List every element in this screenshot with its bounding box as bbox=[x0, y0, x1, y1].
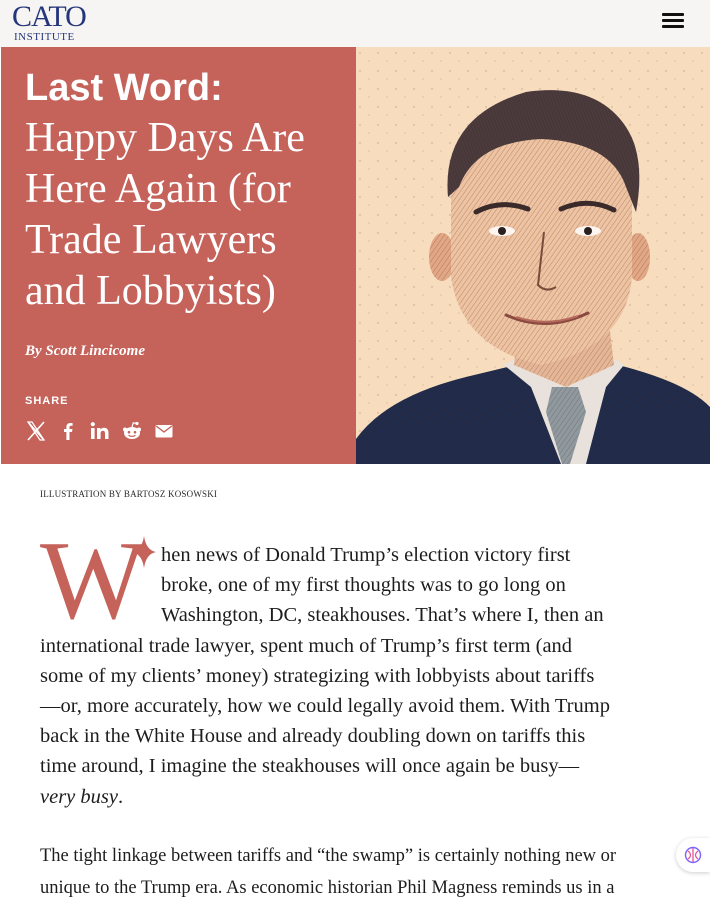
paragraph-line-last: very busy. bbox=[40, 782, 670, 812]
portrait-illustration bbox=[356, 47, 710, 464]
byline: By Scott Lincicome bbox=[25, 343, 145, 360]
paragraph-line: Washington, DC, steakhouses. That’s wher… bbox=[161, 604, 604, 627]
article-paragraph-1: hen news of Donald Trump’s election vict… bbox=[40, 540, 670, 812]
byline-prefix: By bbox=[25, 343, 42, 359]
paragraph-line: back in the White House and already doub… bbox=[40, 725, 586, 748]
site-header: CATO INSTITUTE bbox=[0, 0, 710, 47]
paragraph-line: international trade lawyer, spent much o… bbox=[40, 634, 573, 657]
article-title: Happy Days Are Here Again (for Trade Law… bbox=[25, 115, 305, 314]
hero-text-panel: Last Word: Happy Days Are Here Again (fo… bbox=[1, 47, 356, 464]
linkedin-icon[interactable] bbox=[89, 420, 111, 442]
paragraph-line: some of my clients’ money) strategizing … bbox=[40, 664, 595, 687]
author-link[interactable]: Scott Lincicome bbox=[45, 343, 145, 359]
x-icon[interactable] bbox=[25, 420, 47, 442]
email-icon[interactable] bbox=[153, 420, 175, 442]
hamburger-menu-icon[interactable] bbox=[660, 10, 686, 30]
paragraph-line: broke, one of my first thoughts was to g… bbox=[161, 574, 566, 597]
paragraph-line: The tight linkage between tariffs and “t… bbox=[40, 846, 617, 866]
paragraph-line: time around, I imagine the steakhouses w… bbox=[40, 755, 580, 778]
share-label: SHARE bbox=[25, 395, 69, 407]
ai-assistant-icon[interactable] bbox=[676, 838, 710, 872]
illustration-credit: ILLUSTRATION BY BARTOSZ KOSOWSKI bbox=[40, 489, 218, 499]
article-hero: Last Word: Happy Days Are Here Again (fo… bbox=[1, 47, 710, 464]
paragraph-line: —or, more accurately, how we could legal… bbox=[40, 695, 610, 718]
logo-subtitle: INSTITUTE bbox=[14, 31, 75, 43]
logo-wordmark: CATO bbox=[12, 0, 87, 33]
article-kicker: Last Word: bbox=[25, 67, 223, 109]
emphasis-text: very busy bbox=[40, 785, 118, 808]
paragraph-line: hen news of Donald Trump’s election vict… bbox=[161, 544, 571, 566]
share-buttons bbox=[25, 419, 175, 443]
paragraph-line: unique to the Trump era. As economic his… bbox=[40, 878, 615, 898]
reddit-icon[interactable] bbox=[121, 420, 143, 442]
facebook-icon[interactable] bbox=[57, 420, 79, 442]
period: . bbox=[117, 785, 124, 808]
article-paragraph-2: The tight linkage between tariffs and “t… bbox=[40, 840, 680, 898]
author-illustration bbox=[356, 47, 710, 464]
cato-logo[interactable]: CATO INSTITUTE bbox=[12, 0, 88, 43]
